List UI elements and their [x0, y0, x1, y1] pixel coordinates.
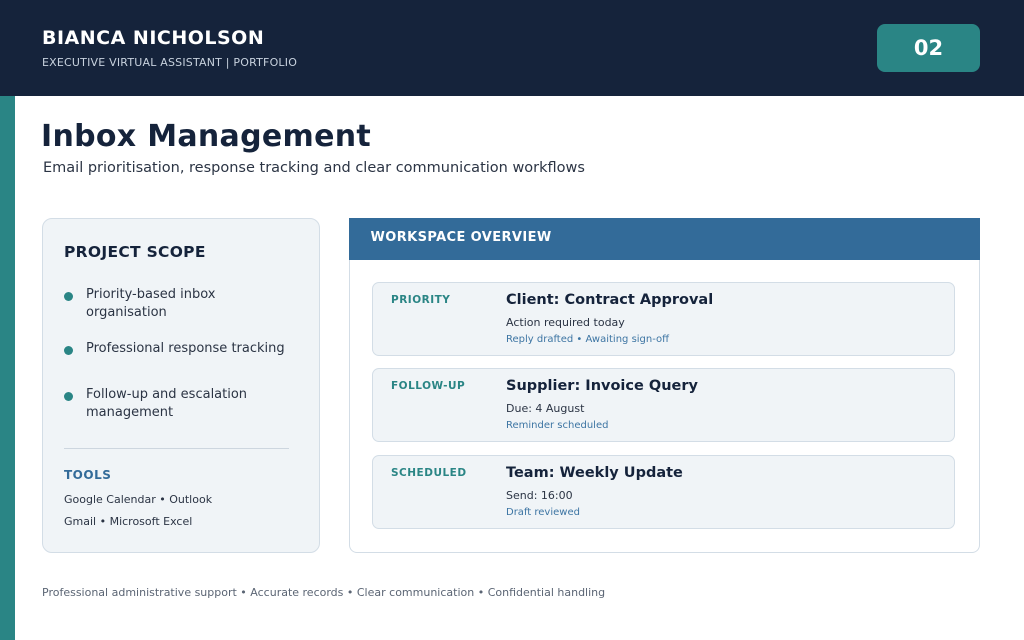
scope-item: Professional response tracking: [64, 340, 304, 358]
email-status: Draft reviewed: [506, 507, 580, 518]
scope-item: Priority-based inbox organisation: [64, 286, 304, 322]
author-role: EXECUTIVE VIRTUAL ASSISTANT | PORTFOLIO: [42, 56, 298, 69]
scope-heading: PROJECT SCOPE: [64, 243, 206, 261]
footer-text: Professional administrative support • Ac…: [42, 586, 606, 599]
page-title: Inbox Management: [41, 119, 372, 154]
scope-divider: [64, 448, 289, 449]
email-card-follow-up[interactable]: FOLLOW-UP Supplier: Invoice Query Due: 4…: [372, 368, 955, 442]
left-accent-bar: [0, 96, 15, 640]
email-tag: FOLLOW-UP: [391, 380, 466, 392]
bullet-dot-icon: [64, 346, 73, 355]
email-tag: PRIORITY: [391, 294, 451, 306]
bullet-dot-icon: [64, 292, 73, 301]
email-detail: Due: 4 August: [506, 402, 585, 415]
scope-item: Follow-up and escalation management: [64, 386, 304, 422]
email-subject: Team: Weekly Update: [506, 465, 683, 481]
tools-line: Google Calendar • Outlook: [64, 493, 213, 506]
scope-item-label: Follow-up and escalation management: [86, 387, 248, 420]
tools-heading: TOOLS: [64, 468, 112, 482]
email-detail: Action required today: [506, 316, 625, 329]
header-banner: BIANCA NICHOLSON EXECUTIVE VIRTUAL ASSIS…: [0, 0, 1024, 96]
tools-line: Gmail • Microsoft Excel: [64, 515, 193, 528]
email-card-scheduled[interactable]: SCHEDULED Team: Weekly Update Send: 16:0…: [372, 455, 955, 529]
page-number-badge: 02: [877, 24, 980, 72]
scope-item-label: Professional response tracking: [86, 341, 285, 356]
scope-item-label: Priority-based inbox organisation: [86, 287, 216, 320]
bullet-dot-icon: [64, 392, 73, 401]
overview-header: WORKSPACE OVERVIEW: [348, 217, 980, 260]
page-subtitle: Email prioritisation, response tracking …: [43, 160, 585, 176]
email-subject: Client: Contract Approval: [506, 292, 714, 308]
author-name: BIANCA NICHOLSON: [42, 27, 265, 49]
overview-title: WORKSPACE OVERVIEW: [370, 229, 552, 245]
email-tag: SCHEDULED: [391, 467, 467, 479]
email-detail: Send: 16:00: [506, 489, 573, 502]
email-subject: Supplier: Invoice Query: [506, 378, 698, 394]
email-status: Reminder scheduled: [506, 420, 609, 431]
email-card-priority[interactable]: PRIORITY Client: Contract Approval Actio…: [372, 282, 955, 356]
email-status: Reply drafted • Awaiting sign-off: [506, 334, 670, 345]
workspace-overview-panel: WORKSPACE OVERVIEW PRIORITY Client: Cont…: [348, 217, 980, 553]
project-scope-card: PROJECT SCOPE Priority-based inbox organ…: [42, 218, 320, 553]
